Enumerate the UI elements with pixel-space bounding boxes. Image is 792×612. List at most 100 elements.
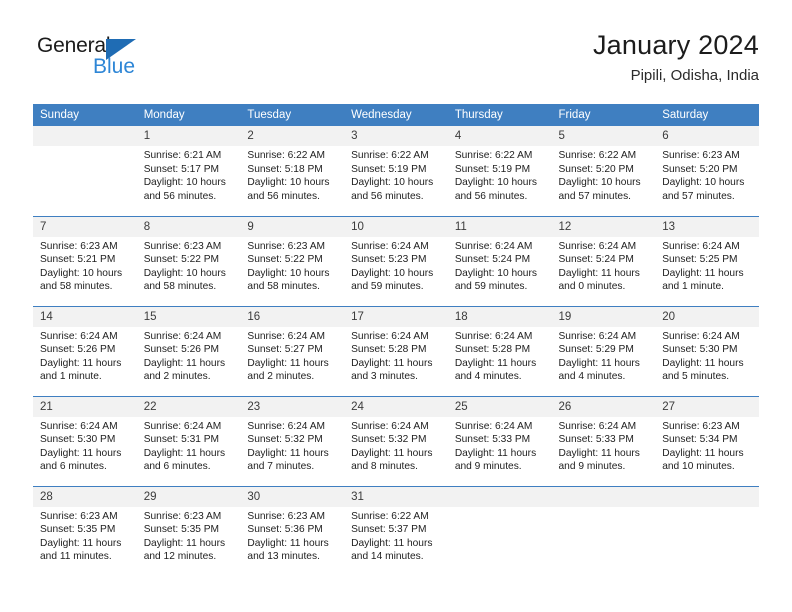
day-cell[interactable]: 12 Sunrise: 6:24 AM Sunset: 5:24 PM Dayl… [551, 215, 656, 306]
day-number [447, 486, 552, 507]
sunset-text: Sunset: 5:33 PM [558, 434, 634, 446]
day-details: Sunrise: 6:22 AM Sunset: 5:19 PM Dayligh… [448, 146, 552, 203]
day-details: Sunrise: 6:21 AM Sunset: 5:17 PM Dayligh… [137, 146, 241, 203]
day-number: 27 [655, 396, 759, 417]
day-number: 31 [344, 486, 448, 507]
daylight-text-line2: and 56 minutes. [247, 190, 320, 202]
day-number: 6 [655, 126, 759, 146]
sunset-text: Sunset: 5:34 PM [662, 434, 738, 446]
sunrise-text: Sunrise: 6:24 AM [351, 420, 429, 432]
day-cell[interactable]: 28 Sunrise: 6:23 AM Sunset: 5:35 PM Dayl… [33, 485, 137, 576]
calendar-page: General Blue January 2024 Pipili, Odisha… [0, 0, 792, 612]
day-cell[interactable]: 7 Sunrise: 6:23 AM Sunset: 5:21 PM Dayli… [33, 215, 137, 306]
sunset-text: Sunset: 5:37 PM [351, 524, 427, 536]
sunrise-text: Sunrise: 6:22 AM [351, 510, 429, 522]
day-cell[interactable]: 14 Sunrise: 6:24 AM Sunset: 5:26 PM Dayl… [33, 305, 137, 396]
page-title: January 2024 [592, 30, 759, 60]
day-cell[interactable]: 24 Sunrise: 6:24 AM Sunset: 5:32 PM Dayl… [344, 395, 448, 486]
day-number: 26 [551, 396, 656, 417]
weekday-header-saturday: Saturday [655, 104, 759, 126]
day-cell[interactable]: 27 Sunrise: 6:23 AM Sunset: 5:34 PM Dayl… [655, 395, 759, 486]
day-details: Sunrise: 6:24 AM Sunset: 5:32 PM Dayligh… [344, 417, 448, 474]
daylight-text-line2: and 1 minute. [40, 371, 102, 383]
sunrise-text: Sunrise: 6:23 AM [662, 420, 740, 432]
sunrise-text: Sunrise: 6:24 AM [143, 420, 222, 432]
day-cell[interactable]: 21 Sunrise: 6:24 AM Sunset: 5:30 PM Dayl… [33, 395, 137, 486]
day-cell[interactable]: 25 Sunrise: 6:24 AM Sunset: 5:33 PM Dayl… [447, 395, 552, 486]
weekday-header-tuesday: Tuesday [240, 104, 345, 126]
day-cell[interactable]: 16 Sunrise: 6:24 AM Sunset: 5:27 PM Dayl… [240, 305, 345, 396]
day-details: Sunrise: 6:24 AM Sunset: 5:30 PM Dayligh… [33, 417, 137, 474]
daylight-text-line2: and 6 minutes. [143, 461, 211, 473]
day-cell[interactable]: 18 Sunrise: 6:24 AM Sunset: 5:28 PM Dayl… [447, 305, 552, 396]
day-cell[interactable]: 15 Sunrise: 6:24 AM Sunset: 5:26 PM Dayl… [136, 305, 241, 396]
day-cell[interactable]: 3 Sunrise: 6:22 AM Sunset: 5:19 PM Dayli… [344, 126, 448, 216]
day-cell[interactable]: 5 Sunrise: 6:22 AM Sunset: 5:20 PM Dayli… [551, 126, 656, 216]
day-cell[interactable]: 29 Sunrise: 6:23 AM Sunset: 5:35 PM Dayl… [136, 485, 241, 576]
title-block: January 2024 Pipili, Odisha, India [593, 28, 759, 88]
day-cell[interactable]: 11 Sunrise: 6:24 AM Sunset: 5:24 PM Dayl… [447, 215, 552, 306]
day-details: Sunrise: 6:24 AM Sunset: 5:29 PM Dayligh… [552, 327, 656, 384]
day-details: Sunrise: 6:24 AM Sunset: 5:24 PM Dayligh… [552, 237, 656, 294]
day-number: 12 [551, 216, 656, 237]
day-cell[interactable]: 17 Sunrise: 6:24 AM Sunset: 5:28 PM Dayl… [344, 305, 448, 396]
day-cell[interactable]: 10 Sunrise: 6:24 AM Sunset: 5:23 PM Dayl… [344, 215, 448, 306]
day-details: Sunrise: 6:22 AM Sunset: 5:20 PM Dayligh… [552, 146, 656, 203]
daylight-text-line2: and 57 minutes. [662, 190, 735, 202]
day-cell[interactable]: 2 Sunrise: 6:22 AM Sunset: 5:18 PM Dayli… [240, 126, 345, 216]
day-cell[interactable]: 9 Sunrise: 6:23 AM Sunset: 5:22 PM Dayli… [240, 215, 345, 306]
day-number: 3 [344, 126, 448, 146]
general-blue-logo[interactable]: General Blue [37, 34, 177, 92]
page-header: General Blue January 2024 Pipili, Odisha… [33, 28, 759, 100]
day-number: 13 [655, 216, 759, 237]
sunrise-text: Sunrise: 6:24 AM [454, 240, 533, 252]
day-number: 4 [447, 126, 552, 146]
sunset-text: Sunset: 5:24 PM [454, 254, 531, 266]
day-details: Sunrise: 6:24 AM Sunset: 5:33 PM Dayligh… [552, 417, 656, 474]
day-details: Sunrise: 6:22 AM Sunset: 5:19 PM Dayligh… [344, 146, 448, 203]
daylight-text-line1: Daylight: 11 hours [247, 447, 329, 459]
day-details: Sunrise: 6:22 AM Sunset: 5:18 PM Dayligh… [240, 146, 344, 203]
daylight-text-line1: Daylight: 11 hours [558, 357, 640, 369]
day-cell[interactable]: 26 Sunrise: 6:24 AM Sunset: 5:33 PM Dayl… [551, 395, 656, 486]
day-cell[interactable]: 19 Sunrise: 6:24 AM Sunset: 5:29 PM Dayl… [551, 305, 656, 396]
day-cell[interactable]: 23 Sunrise: 6:24 AM Sunset: 5:32 PM Dayl… [240, 395, 345, 486]
day-number: 9 [240, 216, 345, 237]
day-cell[interactable] [33, 126, 137, 216]
day-number: 14 [33, 306, 137, 327]
sunrise-text: Sunrise: 6:24 AM [143, 330, 222, 342]
daylight-text-line1: Daylight: 11 hours [662, 447, 744, 459]
sunrise-text: Sunrise: 6:24 AM [454, 420, 533, 432]
sunrise-text: Sunrise: 6:24 AM [40, 420, 118, 432]
daylight-text-line1: Daylight: 11 hours [247, 537, 329, 549]
daylight-text-line2: and 9 minutes. [454, 461, 522, 473]
daylight-text-line1: Daylight: 10 hours [351, 177, 434, 189]
sunset-text: Sunset: 5:31 PM [143, 434, 220, 446]
day-cell-empty [551, 485, 656, 576]
day-details: Sunrise: 6:24 AM Sunset: 5:26 PM Dayligh… [137, 327, 241, 384]
day-cell[interactable]: 20 Sunrise: 6:24 AM Sunset: 5:30 PM Dayl… [655, 305, 759, 396]
calendar-body: 1 Sunrise: 6:21 AM Sunset: 5:17 PM Dayli… [33, 126, 759, 576]
day-cell[interactable]: 1 Sunrise: 6:21 AM Sunset: 5:17 PM Dayli… [136, 126, 241, 216]
sunset-text: Sunset: 5:36 PM [247, 524, 323, 536]
calendar-head: Sunday Monday Tuesday Wednesday Thursday… [33, 104, 759, 126]
day-cell[interactable]: 8 Sunrise: 6:23 AM Sunset: 5:22 PM Dayli… [136, 215, 241, 306]
sunset-text: Sunset: 5:19 PM [454, 163, 531, 175]
day-number: 30 [240, 486, 345, 507]
day-details: Sunrise: 6:24 AM Sunset: 5:25 PM Dayligh… [655, 237, 759, 294]
logo-text-blue: Blue [93, 55, 136, 78]
day-cell[interactable]: 30 Sunrise: 6:23 AM Sunset: 5:36 PM Dayl… [240, 485, 345, 576]
daylight-text-line1: Daylight: 10 hours [247, 267, 330, 279]
day-cell[interactable]: 13 Sunrise: 6:24 AM Sunset: 5:25 PM Dayl… [655, 215, 759, 306]
day-cell[interactable]: 6 Sunrise: 6:23 AM Sunset: 5:20 PM Dayli… [655, 126, 759, 216]
day-cell[interactable]: 31 Sunrise: 6:22 AM Sunset: 5:37 PM Dayl… [344, 485, 448, 576]
week-row: 14 Sunrise: 6:24 AM Sunset: 5:26 PM Dayl… [33, 305, 759, 396]
day-number [551, 486, 656, 507]
day-cell[interactable]: 22 Sunrise: 6:24 AM Sunset: 5:31 PM Dayl… [136, 395, 241, 486]
daylight-text-line1: Daylight: 11 hours [351, 537, 433, 549]
day-cell[interactable]: 4 Sunrise: 6:22 AM Sunset: 5:19 PM Dayli… [447, 126, 552, 216]
weekday-header-row: Sunday Monday Tuesday Wednesday Thursday… [33, 104, 759, 126]
day-details: Sunrise: 6:24 AM Sunset: 5:27 PM Dayligh… [240, 327, 344, 384]
daylight-text-line1: Daylight: 11 hours [143, 447, 226, 459]
sunrise-text: Sunrise: 6:22 AM [454, 150, 533, 161]
